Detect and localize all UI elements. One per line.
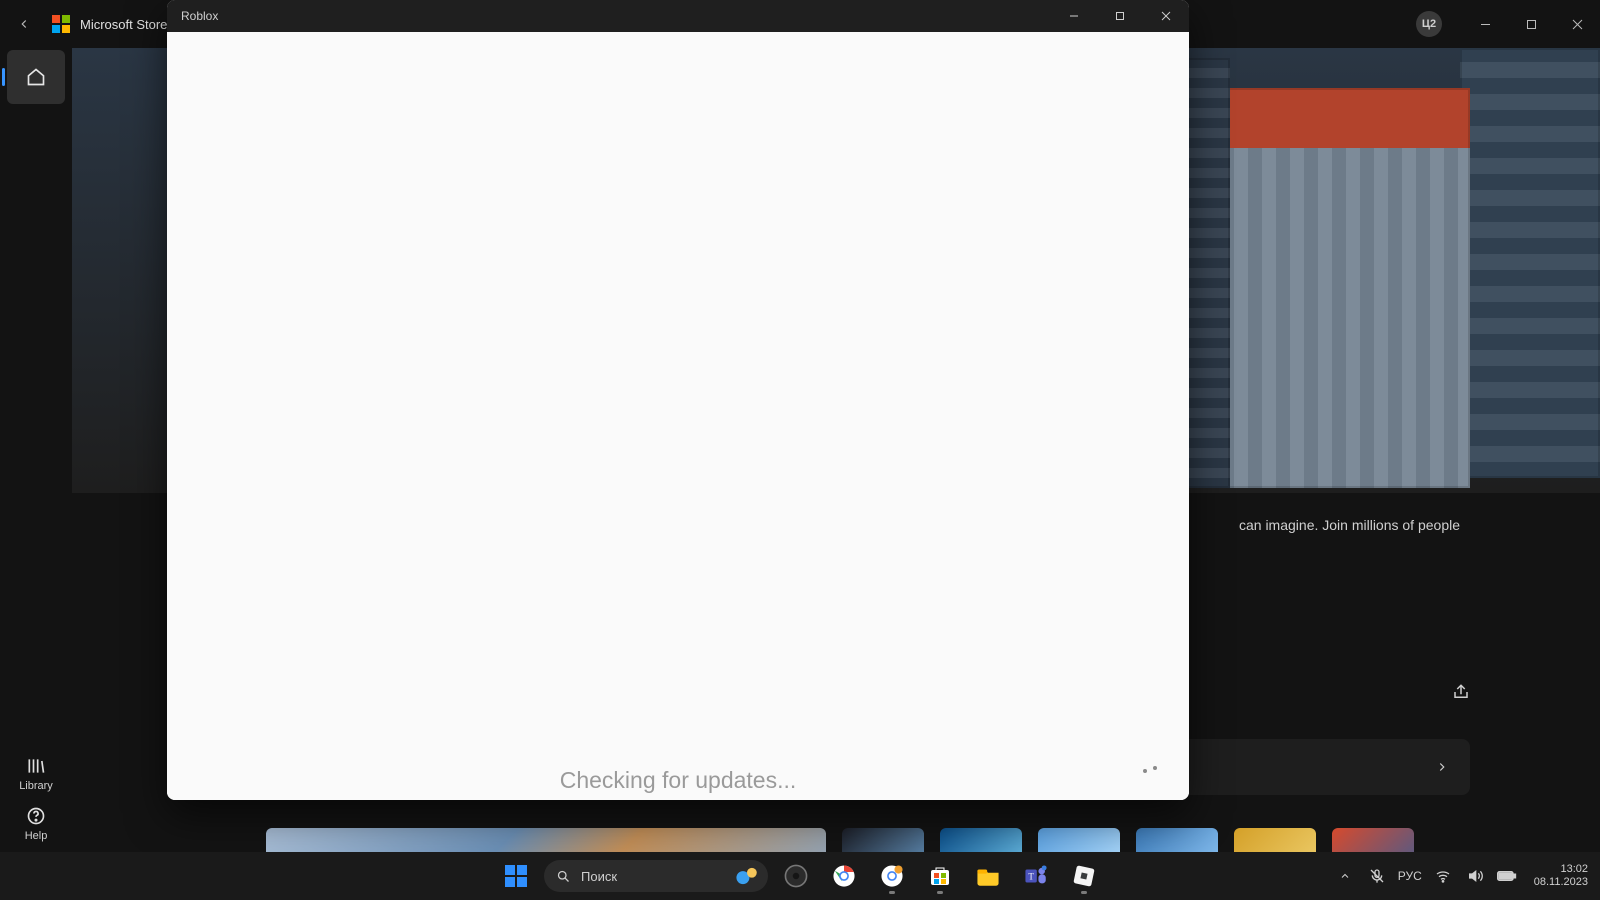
screenshot-thumb[interactable] xyxy=(1038,828,1120,852)
carousel-next-button[interactable] xyxy=(1428,753,1456,781)
taskbar-app-obs[interactable] xyxy=(776,856,816,896)
msstore-icon xyxy=(928,864,952,888)
roblox-body: Checking for updates... xyxy=(167,32,1189,800)
app-description-fragment: can imagine. Join millions of people xyxy=(1239,517,1460,533)
taskbar-app-chrome[interactable] xyxy=(824,856,864,896)
taskbar-app-explorer[interactable] xyxy=(968,856,1008,896)
arrow-left-icon xyxy=(17,17,31,31)
start-button[interactable] xyxy=(496,856,536,896)
taskbar-search[interactable]: Поиск xyxy=(544,860,768,892)
maximize-icon xyxy=(1115,11,1125,21)
taskbar-center: Поиск T xyxy=(496,856,1104,896)
tray-language[interactable]: РУС xyxy=(1398,861,1422,891)
taskbar-tray: РУС 13:02 08.11.2023 xyxy=(1334,861,1592,891)
tray-date: 08.11.2023 xyxy=(1534,876,1588,889)
store-maximize-button[interactable] xyxy=(1508,8,1554,40)
folder-icon xyxy=(975,863,1001,889)
chrome-icon xyxy=(831,863,857,889)
taskbar-app-msstore[interactable] xyxy=(920,856,960,896)
loading-spinner-icon xyxy=(1143,766,1159,782)
mic-muted-icon xyxy=(1369,868,1385,884)
store-minimize-button[interactable] xyxy=(1462,8,1508,40)
roblox-maximize-button[interactable] xyxy=(1097,0,1143,32)
volume-icon xyxy=(1467,868,1483,884)
search-icon xyxy=(556,869,571,884)
roblox-title: Roblox xyxy=(181,9,218,23)
close-icon xyxy=(1572,19,1583,30)
taskbar: Поиск T xyxy=(0,852,1600,900)
store-close-button[interactable] xyxy=(1554,8,1600,40)
maximize-icon xyxy=(1526,19,1537,30)
minimize-icon xyxy=(1480,19,1491,30)
close-icon xyxy=(1161,11,1171,21)
screenshot-thumb[interactable] xyxy=(1234,828,1316,852)
tray-volume[interactable] xyxy=(1464,861,1486,891)
roblox-icon xyxy=(1072,864,1096,888)
chrome-icon xyxy=(879,863,905,889)
taskbar-app-roblox[interactable] xyxy=(1064,856,1104,896)
battery-icon xyxy=(1497,869,1517,883)
roblox-titlebar[interactable]: Roblox xyxy=(167,0,1189,32)
help-icon xyxy=(26,806,46,826)
store-left-rail: Library Help xyxy=(0,48,72,852)
share-icon xyxy=(1452,683,1470,701)
roblox-window: Roblox Checking for updates... xyxy=(167,0,1189,800)
screenshot-thumbnails xyxy=(266,828,1600,852)
svg-text:T: T xyxy=(1028,871,1034,881)
screenshot-thumb[interactable] xyxy=(940,828,1022,852)
tray-time: 13:02 xyxy=(1560,863,1588,876)
roblox-status-text: Checking for updates... xyxy=(167,767,1189,794)
tray-wifi[interactable] xyxy=(1432,861,1454,891)
tray-overflow-button[interactable] xyxy=(1334,861,1356,891)
home-icon xyxy=(26,67,46,87)
obs-icon xyxy=(783,863,809,889)
screenshot-thumb[interactable] xyxy=(1136,828,1218,852)
rail-help-label: Help xyxy=(25,830,48,842)
tray-clock[interactable]: 13:02 08.11.2023 xyxy=(1534,863,1588,889)
taskbar-search-placeholder: Поиск xyxy=(581,869,617,884)
rail-home-button[interactable] xyxy=(7,50,65,104)
user-avatar[interactable]: Ц2 xyxy=(1416,11,1442,37)
back-button[interactable] xyxy=(0,0,48,48)
screenshot-thumb[interactable] xyxy=(1332,828,1414,852)
rail-help-button[interactable]: Help xyxy=(25,806,48,842)
rail-library-label: Library xyxy=(19,780,53,792)
teams-icon: T xyxy=(1023,863,1049,889)
chevron-right-icon xyxy=(1435,760,1449,774)
search-highlight-icon xyxy=(734,863,760,889)
minimize-icon xyxy=(1069,11,1079,21)
tray-mic-muted[interactable] xyxy=(1366,861,1388,891)
library-icon xyxy=(26,756,46,776)
wifi-icon xyxy=(1435,868,1451,884)
tray-battery[interactable] xyxy=(1496,861,1518,891)
windows-logo-icon xyxy=(505,865,527,887)
screenshot-thumb[interactable] xyxy=(842,828,924,852)
chevron-up-icon xyxy=(1339,870,1351,882)
roblox-minimize-button[interactable] xyxy=(1051,0,1097,32)
screenshot-thumb[interactable] xyxy=(266,828,826,852)
taskbar-app-chrome-2[interactable] xyxy=(872,856,912,896)
taskbar-app-teams[interactable]: T xyxy=(1016,856,1056,896)
roblox-close-button[interactable] xyxy=(1143,0,1189,32)
rail-library-button[interactable]: Library xyxy=(19,756,53,792)
store-title: Microsoft Store xyxy=(80,17,167,32)
microsoft-logo-icon xyxy=(52,15,70,33)
share-button[interactable] xyxy=(1444,675,1478,709)
